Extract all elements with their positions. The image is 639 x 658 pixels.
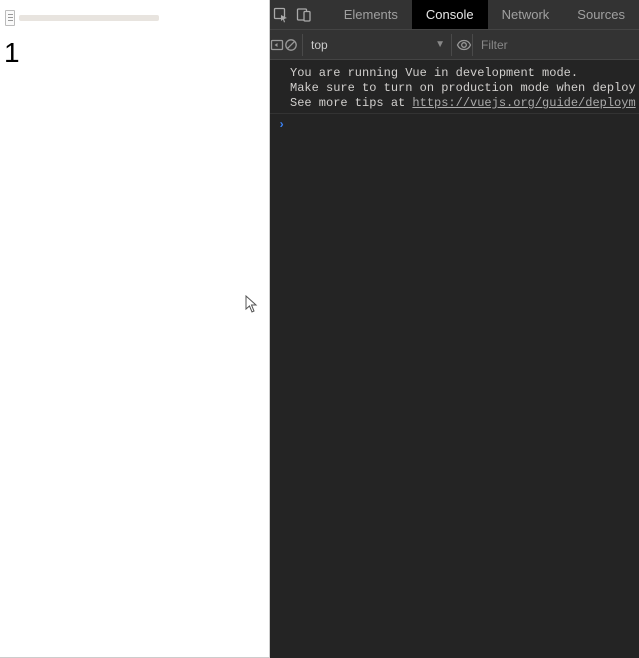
console-toolbar: top ▼ <box>270 30 639 60</box>
live-expression-button[interactable] <box>456 37 472 53</box>
counter-value: 1 <box>0 31 269 69</box>
tab-console[interactable]: Console <box>412 0 488 29</box>
clear-console-button[interactable] <box>284 30 298 60</box>
tab-sources[interactable]: Sources <box>563 0 639 29</box>
filter-input[interactable] <box>472 34 639 56</box>
console-output[interactable]: You are running Vue in development mode.… <box>270 60 639 658</box>
slider-control[interactable] <box>0 0 269 31</box>
inspect-element-button[interactable] <box>270 0 292 29</box>
drag-handle-icon[interactable] <box>5 10 15 26</box>
log-link[interactable]: https://vuejs.org/guide/deploym <box>412 96 635 110</box>
tab-network[interactable]: Network <box>488 0 564 29</box>
tab-elements[interactable]: Elements <box>330 0 412 29</box>
console-input[interactable] <box>291 118 591 132</box>
console-prompt[interactable]: › <box>270 114 639 135</box>
prompt-chevron-icon: › <box>278 118 285 132</box>
devtools-panel: Elements Console Network Sources top ▼ <box>270 0 639 658</box>
context-label: top <box>311 38 328 52</box>
toggle-sidebar-button[interactable] <box>270 30 284 60</box>
execution-context-select[interactable]: top ▼ <box>302 34 452 56</box>
chevron-down-icon: ▼ <box>435 39 445 50</box>
log-line: You are running Vue in development mode.… <box>270 64 639 114</box>
device-toolbar-button[interactable] <box>292 0 314 29</box>
cursor-icon <box>245 295 259 313</box>
page-content: 1 <box>0 0 270 658</box>
devtools-tab-bar: Elements Console Network Sources <box>270 0 639 30</box>
slider-track[interactable] <box>19 15 159 21</box>
